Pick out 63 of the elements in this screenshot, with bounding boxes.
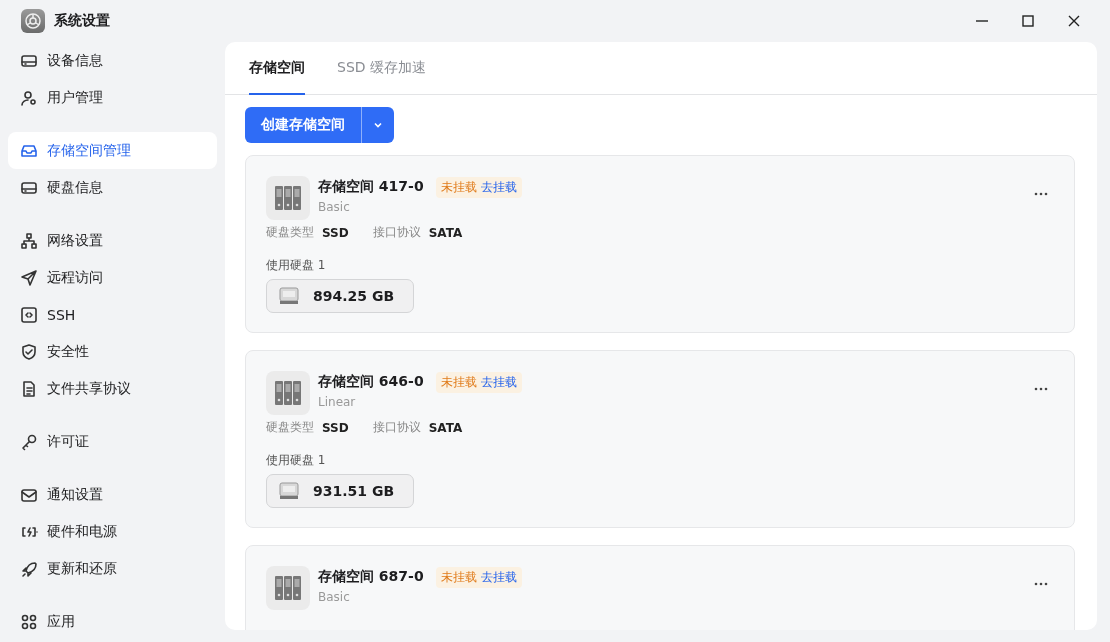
dropdown-button[interactable] (361, 107, 394, 143)
server-icon (266, 176, 310, 220)
raid-type: Linear (318, 395, 357, 409)
disk-count-label: 使用硬盘 1 (266, 452, 327, 469)
key-icon (20, 432, 38, 451)
sidebar-item[interactable]: 文件共享协议 (8, 370, 217, 407)
ssd-icon (279, 287, 299, 305)
sidebar-item[interactable]: 硬件和电源 (8, 513, 217, 550)
sidebar-item[interactable]: 通知设置 (8, 476, 217, 513)
storage-name: 存储空间 646-0 (318, 373, 424, 391)
shield-icon (20, 342, 38, 361)
field-value: SATA (428, 225, 463, 240)
disk-chip[interactable]: 931.51 GB (266, 474, 414, 508)
sidebar-item[interactable]: 用户管理 (8, 79, 217, 116)
ssd-icon (279, 482, 299, 500)
window-title: 系统设置 (54, 12, 111, 30)
more-icon[interactable] (1034, 192, 1048, 196)
sidebar-item[interactable]: 安全性 (8, 333, 217, 370)
field-value: SATA (428, 420, 463, 435)
status-label: 未挂载 (440, 373, 477, 391)
maximize-icon (1021, 14, 1035, 28)
sidebar-item[interactable]: 硬盘信息 (8, 169, 217, 206)
rocket-icon (20, 559, 38, 578)
network-icon (20, 231, 38, 250)
sidebar-item[interactable]: 许可证 (8, 423, 217, 460)
sidebar-item[interactable]: 设备信息 (8, 42, 217, 79)
sidebar-item[interactable]: 更新和还原 (8, 550, 217, 587)
server-icon (266, 371, 310, 415)
sidebar-item[interactable]: SSH (8, 296, 217, 333)
sidebar-item[interactable]: 网络设置 (8, 222, 217, 259)
send-icon (20, 268, 38, 287)
storage-name: 存储空间 687-0 (318, 568, 424, 586)
more-icon[interactable] (1034, 387, 1048, 391)
field-label: 接口协议 (372, 224, 421, 241)
field-label: 硬盘类型 (266, 224, 314, 241)
disk-count-label: 使用硬盘 1 (266, 257, 327, 274)
raid-type: Basic (318, 200, 351, 214)
raid-type: Basic (318, 590, 351, 604)
status-label: 未挂载 (440, 178, 477, 196)
field-label: 硬盘类型 (266, 419, 314, 436)
code-icon (20, 305, 38, 324)
storage-name: 存储空间 417-0 (318, 178, 424, 196)
server-icon (266, 566, 310, 610)
tab[interactable]: 存储空间 (249, 42, 305, 95)
sidebar-item[interactable]: 远程访问 (8, 259, 217, 296)
user-gear-icon (20, 88, 38, 107)
app-logo-icon (21, 9, 45, 33)
mount-link[interactable]: 去挂载 (480, 373, 517, 391)
tab[interactable]: SSD 缓存加速 (337, 42, 426, 95)
field-value: SSD (322, 225, 349, 240)
sidebar-item[interactable]: 存储空间管理 (8, 132, 217, 169)
mount-link[interactable]: 去挂载 (480, 568, 517, 586)
mount-link[interactable]: 去挂载 (480, 178, 517, 196)
sidebar-item[interactable]: 应用 (8, 603, 217, 640)
create-storage-button[interactable]: 创建存储空间 (245, 107, 361, 143)
field-label: 接口协议 (372, 419, 421, 436)
close-icon (1067, 14, 1081, 28)
document-icon (20, 379, 38, 398)
apps-icon (20, 612, 38, 631)
field-value: SSD (322, 420, 349, 435)
disk-chip[interactable]: 894.25 GB (266, 279, 414, 313)
status-label: 未挂载 (440, 568, 477, 586)
more-icon[interactable] (1034, 582, 1048, 586)
